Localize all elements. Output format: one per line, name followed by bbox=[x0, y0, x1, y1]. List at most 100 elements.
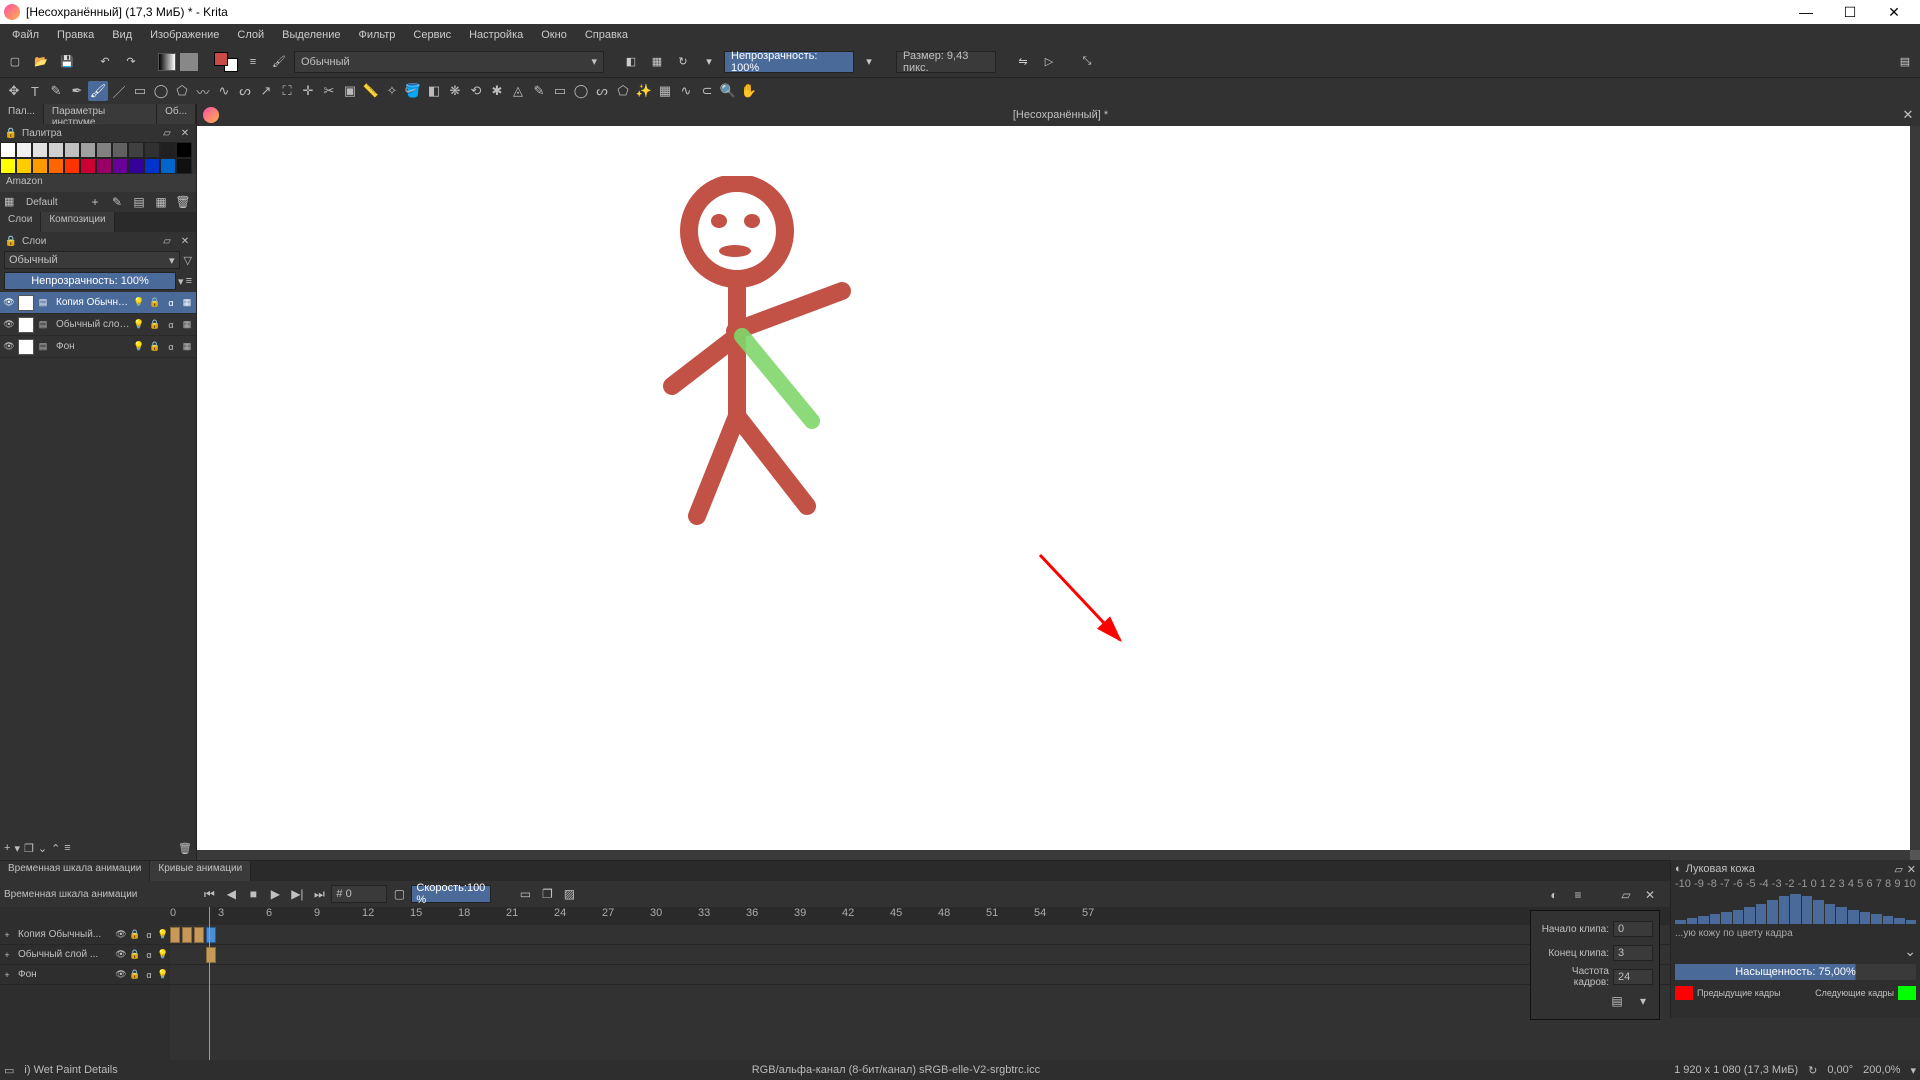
add-swatch-icon[interactable]: + bbox=[86, 193, 104, 211]
onion-opacity-bar[interactable] bbox=[1744, 907, 1755, 924]
palette-name[interactable]: Amazon bbox=[0, 174, 196, 192]
alpha-icon[interactable]: α bbox=[142, 930, 156, 940]
alpha-icon[interactable]: α bbox=[164, 298, 178, 308]
rect-tool[interactable]: ▭ bbox=[130, 81, 150, 101]
select-poly-tool[interactable]: ⬠ bbox=[613, 81, 633, 101]
open-file-icon[interactable]: 📂 bbox=[30, 51, 52, 73]
status-zoom[interactable]: 200,0% bbox=[1863, 1064, 1900, 1076]
line-tool[interactable]: ／ bbox=[109, 81, 129, 101]
prev-frame-icon[interactable]: ◀ bbox=[221, 884, 241, 904]
onion-opacity-bar[interactable] bbox=[1871, 914, 1882, 924]
color-swatch[interactable] bbox=[176, 142, 192, 158]
delete-swatch-icon[interactable]: 🗑 bbox=[174, 193, 192, 211]
visibility-icon[interactable]: 👁 bbox=[2, 341, 16, 352]
onion-icon[interactable]: 💡 bbox=[156, 949, 170, 960]
angle-reset-icon[interactable]: ↻ bbox=[1808, 1064, 1817, 1077]
doc-tab-title[interactable]: [Несохранённый] * bbox=[225, 109, 1896, 121]
pan-tool[interactable]: ✋ bbox=[739, 81, 759, 101]
lock-icon[interactable]: 🔒 bbox=[148, 297, 162, 308]
select-magnetic-tool[interactable]: ⊂ bbox=[697, 81, 717, 101]
onion-opacity-bar[interactable] bbox=[1790, 894, 1801, 924]
dropdown-icon[interactable]: ▾ bbox=[698, 51, 720, 73]
close-icon[interactable]: ✕ bbox=[178, 126, 192, 140]
menu-filter[interactable]: Фильтр bbox=[350, 27, 403, 43]
brush-tool[interactable]: 🖌 bbox=[88, 81, 108, 101]
fill-tool[interactable]: 🪣 bbox=[403, 81, 423, 101]
onion-icon[interactable]: 💡 bbox=[132, 297, 146, 308]
onion-opacity-bar[interactable] bbox=[1721, 912, 1732, 924]
add-layer-icon[interactable]: + bbox=[0, 970, 14, 980]
framerate-field[interactable]: 24 bbox=[1613, 969, 1653, 985]
layer-name[interactable]: Обычный слой 1 bbox=[52, 319, 130, 330]
onion-opacity-bar[interactable] bbox=[1848, 910, 1859, 924]
keyframe[interactable] bbox=[170, 927, 180, 943]
onion-options-icon[interactable]: ⌄ bbox=[1675, 943, 1916, 960]
onion-opacity-bar[interactable] bbox=[1756, 904, 1767, 924]
timeline-layer-name[interactable]: Обычный слой ... bbox=[14, 949, 114, 960]
transform-tool[interactable]: ⛶ bbox=[277, 81, 297, 101]
alpha-lock-icon[interactable]: ▦ bbox=[646, 51, 668, 73]
move-up-icon[interactable]: ⌃ bbox=[51, 842, 60, 855]
color-swatch[interactable] bbox=[48, 142, 64, 158]
onion-opacity-bar[interactable] bbox=[1894, 918, 1905, 924]
pattern-tool[interactable]: ❋ bbox=[445, 81, 465, 101]
onion-opacity-bars[interactable] bbox=[1671, 894, 1920, 924]
edit-shape-tool[interactable]: ✎ bbox=[46, 81, 66, 101]
color-swatch[interactable] bbox=[96, 158, 112, 174]
lock-icon[interactable]: 🔒 bbox=[128, 929, 142, 940]
color-swatch[interactable] bbox=[16, 158, 32, 174]
canvas[interactable] bbox=[197, 126, 1910, 850]
onion-opacity-bar[interactable] bbox=[1710, 914, 1721, 924]
pattern-swatch[interactable] bbox=[180, 53, 198, 71]
clip-end-field[interactable]: 3 bbox=[1613, 945, 1653, 961]
close-button[interactable]: ✕ bbox=[1872, 0, 1916, 24]
menu-image[interactable]: Изображение bbox=[142, 27, 227, 43]
move-down-icon[interactable]: ⌄ bbox=[38, 842, 47, 855]
duplicate-layer-icon[interactable]: ❐ bbox=[24, 842, 34, 855]
assist-tool[interactable]: ◬ bbox=[508, 81, 528, 101]
first-frame-icon[interactable]: ⏮ bbox=[199, 884, 219, 904]
menu-help[interactable]: Справка bbox=[577, 27, 636, 43]
onion-icon[interactable]: 💡 bbox=[156, 969, 170, 980]
visibility-icon[interactable]: 👁 bbox=[114, 949, 128, 960]
calligraphy-tool[interactable]: ✒ bbox=[67, 81, 87, 101]
menu-view[interactable]: Вид bbox=[104, 27, 140, 43]
layer-move-tool[interactable]: ▣ bbox=[340, 81, 360, 101]
select-ellipse-tool[interactable]: ◯ bbox=[571, 81, 591, 101]
scrollbar-v[interactable] bbox=[1910, 126, 1920, 850]
menu-tools[interactable]: Сервис bbox=[405, 27, 459, 43]
onion-opacity-bar[interactable] bbox=[1825, 904, 1836, 924]
timeline-layer-row[interactable]: +Обычный слой ...👁🔒α💡 bbox=[0, 945, 170, 965]
add-blank-frame-icon[interactable]: ▭ bbox=[515, 884, 535, 904]
onion-opacity-bar[interactable] bbox=[1860, 912, 1871, 924]
redo-icon[interactable]: ↷ bbox=[120, 51, 142, 73]
add-layer-icon[interactable]: + bbox=[0, 950, 14, 960]
crop-tool[interactable]: ✂ bbox=[319, 81, 339, 101]
onion-opacity-bar[interactable] bbox=[1779, 896, 1790, 924]
color-swatch[interactable] bbox=[112, 142, 128, 158]
lock-icon[interactable]: 🔒 bbox=[148, 319, 162, 330]
inherit-alpha-icon[interactable]: ▦ bbox=[180, 341, 194, 352]
onion-opacity-bar[interactable] bbox=[1802, 896, 1813, 924]
eraser-icon[interactable]: ◧ bbox=[620, 51, 642, 73]
measure-tool[interactable]: 📏 bbox=[361, 81, 381, 101]
tab-layers[interactable]: Слои bbox=[0, 212, 41, 232]
select-rect-tool[interactable]: ▭ bbox=[550, 81, 570, 101]
ellipse-tool[interactable]: ◯ bbox=[151, 81, 171, 101]
color-swatch[interactable] bbox=[160, 142, 176, 158]
lock-icon[interactable]: 🔒 bbox=[128, 949, 142, 960]
onion-opacity-bar[interactable] bbox=[1813, 900, 1824, 924]
color-swatch[interactable] bbox=[176, 158, 192, 174]
alpha-icon[interactable]: α bbox=[142, 970, 156, 980]
play-icon[interactable]: ▶ bbox=[265, 884, 285, 904]
keyframe[interactable] bbox=[194, 927, 204, 943]
tab-timeline[interactable]: Временная шкала анимации bbox=[0, 861, 150, 881]
timeline-menu-icon[interactable]: ≡ bbox=[1568, 885, 1588, 905]
color-swatch[interactable] bbox=[16, 142, 32, 158]
onion-opacity-bar[interactable] bbox=[1733, 910, 1744, 924]
float-timeline-icon[interactable]: ▱ bbox=[1616, 885, 1636, 905]
last-frame-icon[interactable]: ⏭ bbox=[309, 884, 329, 904]
inherit-alpha-icon[interactable]: ▦ bbox=[180, 319, 194, 330]
lock-icon[interactable]: 🔒 bbox=[148, 341, 162, 352]
visibility-icon[interactable]: 👁 bbox=[2, 297, 16, 308]
